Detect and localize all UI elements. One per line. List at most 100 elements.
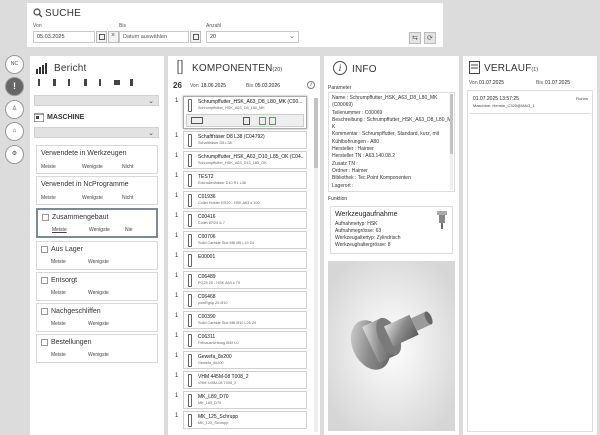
- component-item[interactable]: 1 Schaftfräser D8 L38 (C04792) Schaftfräse…: [175, 131, 307, 149]
- component-item[interactable]: 1 C00416 Collet ER20 6-7: [175, 211, 307, 229]
- sub-none[interactable]: Nicht: [122, 195, 133, 201]
- history-entry[interactable]: 01.07.2025 13:57:25 Florian Maschine: He…: [470, 94, 591, 114]
- count-select[interactable]: 20: [206, 31, 299, 43]
- component-item[interactable]: 1 C06311 Feinausrichtung Ø40 L0: [175, 331, 307, 349]
- sub-none[interactable]: Nicht: [122, 164, 133, 170]
- copy-icon[interactable]: [243, 117, 250, 125]
- components-scroll-thumb[interactable]: [314, 98, 318, 168]
- group-ncprogramme[interactable]: Verwendet in NcProgramme Meiste Wenigste…: [36, 176, 158, 205]
- from-date-input[interactable]: 05.03.2025: [33, 31, 95, 43]
- sub-most[interactable]: Meiste: [41, 164, 56, 170]
- parameter-line: Teilenummer : C00069: [332, 109, 383, 116]
- component-count: 1: [175, 273, 179, 279]
- sub-least[interactable]: Wenigste: [88, 321, 109, 327]
- sub-least[interactable]: Wenigste: [88, 259, 109, 265]
- entry-time: 01.07.2025 13:57:25: [473, 96, 519, 102]
- sidebar-nc-button[interactable]: NC: [5, 55, 24, 74]
- sub-most[interactable]: Meiste: [51, 259, 66, 265]
- sub-least[interactable]: Wenigste: [89, 227, 110, 233]
- comp-to-label: Bis: [246, 83, 253, 89]
- parameter-line: Lagerort :: [332, 182, 354, 189]
- group-werkzeugen[interactable]: Verwendete in Werkzeugen Meiste Wenigste…: [36, 145, 158, 174]
- component-item[interactable]: 1 E00001: [175, 251, 307, 269]
- clear-date-button[interactable]: ×: [108, 31, 119, 43]
- sub-least[interactable]: Wenigste: [88, 352, 109, 358]
- sub-most[interactable]: Meiste: [41, 195, 56, 201]
- group-entsorgt[interactable]: Entsorgt Meiste Wenigste: [36, 272, 158, 301]
- function-lines: Aufnahmetyp: HSK Aufnahmegrösse: 63 Werk…: [335, 221, 401, 249]
- sidebar-user-button[interactable]: ♙: [5, 100, 24, 119]
- component-item[interactable]: 1 C00706 Solid Carbide Slot Mill Ø6 L19 Z4: [175, 231, 307, 249]
- group-bestellungen[interactable]: Bestellungen Meiste Wenigste: [36, 334, 158, 363]
- checkbox[interactable]: [41, 308, 48, 315]
- component-icon: [188, 354, 192, 367]
- component-count: 1: [175, 98, 179, 104]
- checkbox[interactable]: [41, 277, 48, 284]
- component-desc: Schrumpffutter_HSK_A63_D10_L85_OK: [198, 161, 267, 165]
- edit-icon[interactable]: [269, 117, 276, 125]
- parameter-label: Parameter: [328, 85, 352, 91]
- component-item[interactable]: 1 C06489 PG25 25 - HSK A63 x 79: [175, 271, 307, 289]
- checkbox[interactable]: [41, 246, 48, 253]
- sub-least[interactable]: Wenigste: [82, 195, 103, 201]
- group-aus-lager[interactable]: Aus Lager Meiste Wenigste: [36, 241, 158, 270]
- info-icon[interactable]: i: [307, 81, 315, 89]
- export-button[interactable]: ⇆: [409, 32, 421, 44]
- report-filter-dropdown[interactable]: ⌄: [34, 95, 159, 106]
- component-item[interactable]: 1 TEST2 Eckradienfräser D10 R1 L38: [175, 171, 307, 189]
- component-item[interactable]: 1 MK_125_Schrupp MK_125_Schrupp: [175, 411, 307, 429]
- sub-most[interactable]: Meiste: [51, 352, 66, 358]
- machine-dropdown[interactable]: ⌄: [34, 127, 159, 138]
- refresh-button[interactable]: ⟳: [424, 32, 436, 44]
- history-title-text: VERLAUF: [484, 63, 532, 74]
- component-count: 1: [175, 233, 179, 239]
- info-title: INFO: [352, 64, 377, 75]
- group-nachgeschliffen[interactable]: Nachgeschliffen Meiste Wenigste: [36, 303, 158, 332]
- component-name: MK_L89_D70: [198, 394, 229, 400]
- component-item[interactable]: 1 MK_L89_D70 MK_L89_D70: [175, 391, 307, 409]
- sidebar-alert-button[interactable]: !: [5, 77, 24, 96]
- sub-most[interactable]: Meiste: [51, 321, 66, 327]
- parameter-line: K: [332, 124, 336, 131]
- func-line: Werkzeughaltergrösse: 8: [335, 242, 391, 248]
- component-item[interactable]: 1 Schrumpffutter_HSK_A63_D10_L85_OK (C04.…: [175, 151, 307, 169]
- document-icon: [469, 61, 480, 74]
- parameter-scroll-thumb[interactable]: [450, 94, 453, 154]
- sidebar-tool-button[interactable]: ⚙: [5, 145, 24, 164]
- group-zusammengebaut[interactable]: Zusammengebaut Meiste Wenigste Nie: [36, 208, 158, 238]
- group-title: Bestellungen: [51, 339, 92, 346]
- component-icon: [188, 334, 192, 347]
- component-name: E00001: [198, 254, 216, 260]
- sub-least[interactable]: Wenigste: [82, 164, 103, 170]
- function-title: Werkzeugaufnahme: [335, 211, 398, 218]
- component-item[interactable]: 1 Gewefa_8x200 Gewefa_8x200: [175, 351, 307, 369]
- checkbox[interactable]: [41, 339, 48, 346]
- group-title: Verwendet in NcProgramme: [41, 181, 129, 188]
- parameter-scrollbar[interactable]: [450, 94, 453, 190]
- sub-most[interactable]: Meiste: [52, 227, 67, 233]
- component-item[interactable]: 1 VHM 445M-08 T008_2 VHM 445M-08 T008_2: [175, 371, 307, 389]
- to-calendar-button[interactable]: [190, 31, 201, 43]
- sub-least[interactable]: Wenigste: [88, 290, 109, 296]
- components-total: 26: [173, 81, 182, 90]
- components-count: (20): [272, 67, 283, 73]
- machine-icon: [34, 113, 44, 122]
- to-date-input[interactable]: Datum auswählen: [119, 31, 189, 43]
- component-count: 1: [175, 333, 179, 339]
- component-item[interactable]: 1 C06468 powRgrip 25 Ø10: [175, 291, 307, 309]
- component-item[interactable]: 1 Schrumpffutter_HSK_A63_D8_L80_MK (C00..…: [175, 96, 307, 129]
- drag-handle-icon[interactable]: [191, 117, 203, 124]
- component-name: C06468: [198, 294, 216, 300]
- component-count: 1: [175, 393, 179, 399]
- sub-none[interactable]: Nie: [125, 227, 133, 233]
- calendar-button[interactable]: [96, 31, 107, 43]
- component-item[interactable]: 1 C01936 Collet Holder ER20 - HSK A63 x 10…: [175, 191, 307, 209]
- components-scrollbar[interactable]: [314, 98, 318, 432]
- add-icon[interactable]: [259, 117, 266, 125]
- component-item[interactable]: 1 C00390 Solid Carbide Slot Mill Ø10 L26 Z…: [175, 311, 307, 329]
- sub-most[interactable]: Meiste: [51, 290, 66, 296]
- search-title: SUCHE: [45, 8, 82, 19]
- sidebar-machine-button[interactable]: ⌂: [5, 122, 24, 141]
- checkbox[interactable]: [42, 214, 49, 221]
- history-panel: VERLAUF(1) Von 01.07.2025 Bis 01.07.2025…: [463, 56, 597, 435]
